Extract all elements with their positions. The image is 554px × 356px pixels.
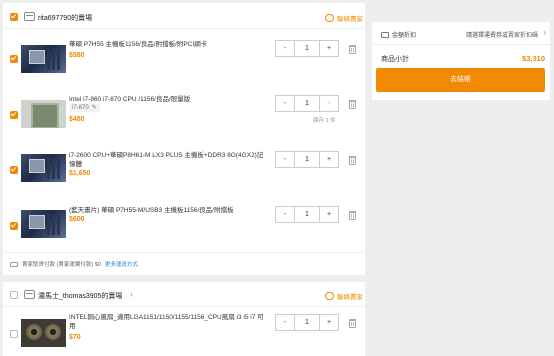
quantity-input[interactable]: 1	[294, 152, 320, 167]
chevron-right-icon[interactable]: ›	[89, 12, 92, 21]
product-title[interactable]: INTEL銅心風扇_適用LGA1151/1150/1155/1156_CPU風扇…	[69, 313, 269, 331]
product-title[interactable]: i7-2600 CPU+華碩P8H61-M LX3 PLUS 主機板+DDR3 …	[69, 151, 269, 169]
trash-icon[interactable]	[349, 100, 356, 109]
decrease-button[interactable]: -	[276, 152, 294, 167]
trash-icon[interactable]	[349, 319, 356, 328]
shop-icon	[24, 12, 35, 21]
quantity-input[interactable]: 1	[294, 315, 320, 330]
increase-button[interactable]: +	[320, 96, 338, 111]
quantity-stepper: - 1 +	[275, 314, 339, 331]
trash-icon[interactable]	[349, 156, 356, 165]
item-select-checkbox[interactable]	[10, 166, 18, 174]
shop-card-2: 濃馬士_thomas3905的賣場 › 聯絡賣家 INTEL銅心風扇_適用LGA…	[3, 282, 365, 356]
contact-seller-button[interactable]: 聯絡賣家	[325, 13, 363, 23]
more-shipping-link[interactable]: 更多運送方式	[105, 260, 138, 268]
chat-icon	[325, 292, 334, 300]
decrease-button[interactable]: -	[276, 96, 294, 111]
increase-button[interactable]: +	[320, 41, 338, 56]
spec-label: i7-870	[72, 105, 89, 111]
divider	[3, 252, 365, 253]
subtotal-label: 商品小計	[381, 56, 409, 63]
stock-note: 庫存 1 件	[313, 118, 336, 124]
quantity-input[interactable]: 1	[294, 96, 320, 111]
divider	[3, 28, 365, 29]
subtotal-value: $3,310	[522, 54, 545, 63]
order-summary: 金額折扣 請選擇運費券或賣家折扣碼 › 商品小計 $3,310 去結帳	[372, 22, 550, 100]
chevron-right-icon[interactable]: ›	[543, 28, 546, 37]
contact-seller-button[interactable]: 聯絡賣家	[325, 291, 363, 301]
chat-icon	[325, 14, 334, 22]
decrease-button[interactable]: -	[276, 315, 294, 330]
item-select-checkbox[interactable]	[10, 330, 18, 338]
quantity-input[interactable]: 1	[294, 41, 320, 56]
coupon-hint[interactable]: 請選擇運費券或賣家折扣碼	[466, 30, 538, 39]
product-price: $600	[69, 216, 85, 223]
product-price: $70	[69, 334, 81, 341]
item-select-checkbox[interactable]	[10, 222, 18, 230]
seller-name[interactable]: rita697790的賣場	[38, 13, 92, 23]
divider	[372, 44, 550, 45]
quantity-stepper: - 1 +	[275, 151, 339, 168]
quantity-stepper: - 1 +	[275, 95, 339, 112]
shop-card-1: rita697790的賣場 › 聯絡賣家 華碩 P7H55 主機板1156/良品…	[3, 3, 365, 275]
chevron-right-icon[interactable]: ›	[130, 290, 133, 299]
increase-button[interactable]: +	[320, 152, 338, 167]
decrease-button[interactable]: -	[276, 207, 294, 222]
item-select-checkbox[interactable]	[10, 55, 18, 63]
product-title[interactable]: Intel i7-860 i7-870 CPU /1156/良品/限量版	[69, 95, 259, 104]
trash-icon[interactable]	[349, 45, 356, 54]
checkout-button[interactable]: 去結帳	[376, 68, 545, 92]
shop-icon	[24, 290, 35, 299]
product-image[interactable]	[21, 319, 66, 347]
product-image[interactable]	[21, 100, 66, 128]
decrease-button[interactable]: -	[276, 41, 294, 56]
edit-icon: ✎	[91, 105, 97, 111]
product-image[interactable]	[21, 154, 66, 182]
trash-icon[interactable]	[349, 211, 356, 220]
product-image[interactable]	[21, 210, 66, 238]
seller-name[interactable]: 濃馬士_thomas3905的賣場	[38, 291, 122, 301]
item-select-checkbox[interactable]	[10, 111, 18, 119]
quantity-stepper: - 1 +	[275, 40, 339, 57]
coupon-icon	[381, 31, 389, 38]
product-image[interactable]	[21, 45, 66, 73]
contact-seller-label: 聯絡賣家	[337, 16, 363, 23]
product-price: $580	[69, 52, 85, 59]
product-title[interactable]: 華碩 P7H55 主機板1156/良品/附擋板/附PCI網卡	[69, 40, 259, 49]
coupon-label: 金額折扣	[392, 33, 417, 39]
increase-button[interactable]: +	[320, 207, 338, 222]
product-price: $1,650	[69, 170, 91, 177]
product-title[interactable]: (藍天畫片) 華碩 P7H55-M/USB3 主機板1156/良品/附擋板	[69, 206, 269, 215]
shop-select-checkbox[interactable]	[10, 291, 18, 299]
quantity-stepper: - 1 +	[275, 206, 339, 223]
product-price: $480	[69, 116, 85, 123]
shipping-info: 賣家取貨付款 (賣家運費付款) $0 更多運送方式	[10, 260, 138, 268]
shop-select-checkbox[interactable]	[10, 13, 18, 21]
divider	[3, 306, 365, 307]
contact-seller-label: 聯絡賣家	[337, 294, 363, 301]
shipping-method: 賣家取貨付款 (賣家運費付款) $0	[22, 262, 101, 268]
spec-selector[interactable]: i7-870 ✎	[69, 104, 100, 112]
truck-icon	[10, 261, 18, 267]
coupon-row[interactable]: 金額折扣	[381, 30, 416, 39]
increase-button[interactable]: +	[320, 315, 338, 330]
quantity-input[interactable]: 1	[294, 207, 320, 222]
